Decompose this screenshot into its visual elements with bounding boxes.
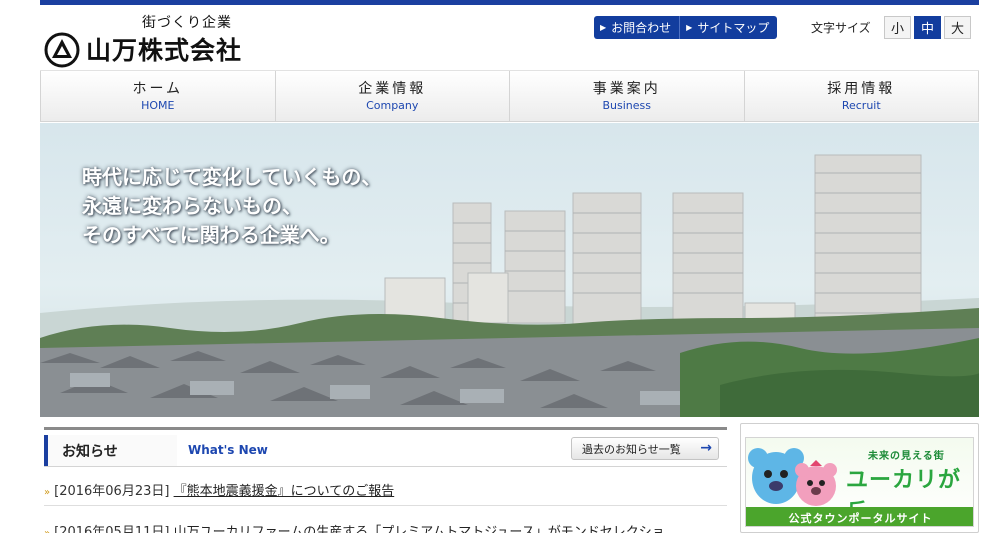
news-archive-label: 過去のお知らせ一覧 xyxy=(582,442,681,456)
arrow-right-icon: ▶ xyxy=(686,23,693,32)
global-nav: ホーム HOME 企業情報 Company 事業案内 Business 採用情報… xyxy=(40,70,979,122)
news-date: [2016年06月23日] xyxy=(54,484,170,499)
sitemap-label: サイトマップ xyxy=(697,21,770,35)
company-mark-icon xyxy=(44,32,80,68)
news-top-rule xyxy=(44,427,727,430)
nav-label-en: Recruit xyxy=(841,99,881,112)
news-header: お知らせ What's New 過去のお知らせ一覧 → xyxy=(44,435,727,467)
news-item: » [2016年05月11日] 山万ユーカリファームの生産する「プレミアムトマトジ… xyxy=(44,521,665,533)
top-accent-line xyxy=(40,0,979,5)
hero-line-1: 時代に応じて変化していくもの、 xyxy=(82,165,382,189)
mascot-icon xyxy=(748,448,837,506)
utility-links: ▶ お問合わせ ▶ サイトマップ xyxy=(594,16,778,39)
sitemap-link[interactable]: ▶ サイトマップ xyxy=(679,16,777,39)
nav-item-business[interactable]: 事業案内 Business xyxy=(510,71,745,121)
nav-label-jp: 企業情報 xyxy=(358,81,427,97)
bullet-icon: » xyxy=(44,528,50,533)
hero-headline: 時代に応じて変化していくもの、 永遠に変わらないもの、 そのすべてに関わる企業へ… xyxy=(82,163,381,250)
hero-line-3: そのすべてに関わる企業へ。 xyxy=(82,223,340,247)
news-archive-button[interactable]: 過去のお知らせ一覧 → xyxy=(571,437,719,460)
arrow-right-icon: → xyxy=(700,440,712,456)
nav-label-jp: 事業案内 xyxy=(592,81,661,97)
news-subtitle: What's New xyxy=(188,443,268,457)
news-date: [2016年05月11日] xyxy=(54,525,170,533)
news-item: » [2016年06月23日] 『熊本地震義援金』についてのご報告 xyxy=(44,480,394,499)
nav-label-jp: 採用情報 xyxy=(827,81,896,97)
font-size-label: 文字サイズ xyxy=(811,21,871,35)
nav-label-jp: ホーム xyxy=(132,81,184,97)
banner-footer: 公式タウンポータルサイト xyxy=(746,507,973,526)
bullet-icon: » xyxy=(44,487,51,498)
contact-link[interactable]: ▶ お問合わせ xyxy=(594,16,679,39)
news-title: お知らせ xyxy=(44,435,177,466)
font-size-switcher: 小 中 大 xyxy=(881,16,971,39)
banner-panel: 未来の見える街 ユーカリが丘 公式タウンポータルサイト xyxy=(745,437,974,527)
news-divider xyxy=(44,505,727,506)
nav-item-home[interactable]: ホーム HOME xyxy=(40,71,276,121)
nav-item-recruit[interactable]: 採用情報 Recruit xyxy=(745,71,979,121)
banner-tagline: 未来の見える街 xyxy=(868,451,945,462)
site-logo[interactable]: 街づくり企業 山万株式会社 xyxy=(42,10,282,68)
hero-image: 時代に応じて変化していくもの、 永遠に変わらないもの、 そのすべてに関わる企業へ… xyxy=(40,123,979,417)
news-link[interactable]: 『熊本地震義援金』についてのご報告 xyxy=(174,484,395,499)
nav-item-company[interactable]: 企業情報 Company xyxy=(276,71,510,121)
contact-label: お問合わせ xyxy=(611,21,672,35)
company-name: 山万株式会社 xyxy=(86,36,243,65)
font-size-medium-button[interactable]: 中 xyxy=(914,16,941,39)
yukarigaoka-banner[interactable]: 未来の見える街 ユーカリが丘 公式タウンポータルサイト xyxy=(740,423,979,533)
arrow-right-icon: ▶ xyxy=(600,23,607,32)
hero-line-2: 永遠に変わらないもの、 xyxy=(82,194,302,218)
news-section: お知らせ What's New 過去のお知らせ一覧 → » [2016年06月23… xyxy=(40,427,727,533)
news-link[interactable]: 山万ユーカリファームの生産する「プレミアムトマトジュース」がモンドセレクショ xyxy=(174,525,665,533)
font-size-small-button[interactable]: 小 xyxy=(884,16,911,39)
nav-label-en: HOME xyxy=(141,99,175,112)
nav-label-en: Business xyxy=(602,99,651,112)
logo-tagline: 街づくり企業 xyxy=(142,15,232,31)
nav-label-en: Company xyxy=(366,99,419,112)
font-size-large-button[interactable]: 大 xyxy=(944,16,971,39)
